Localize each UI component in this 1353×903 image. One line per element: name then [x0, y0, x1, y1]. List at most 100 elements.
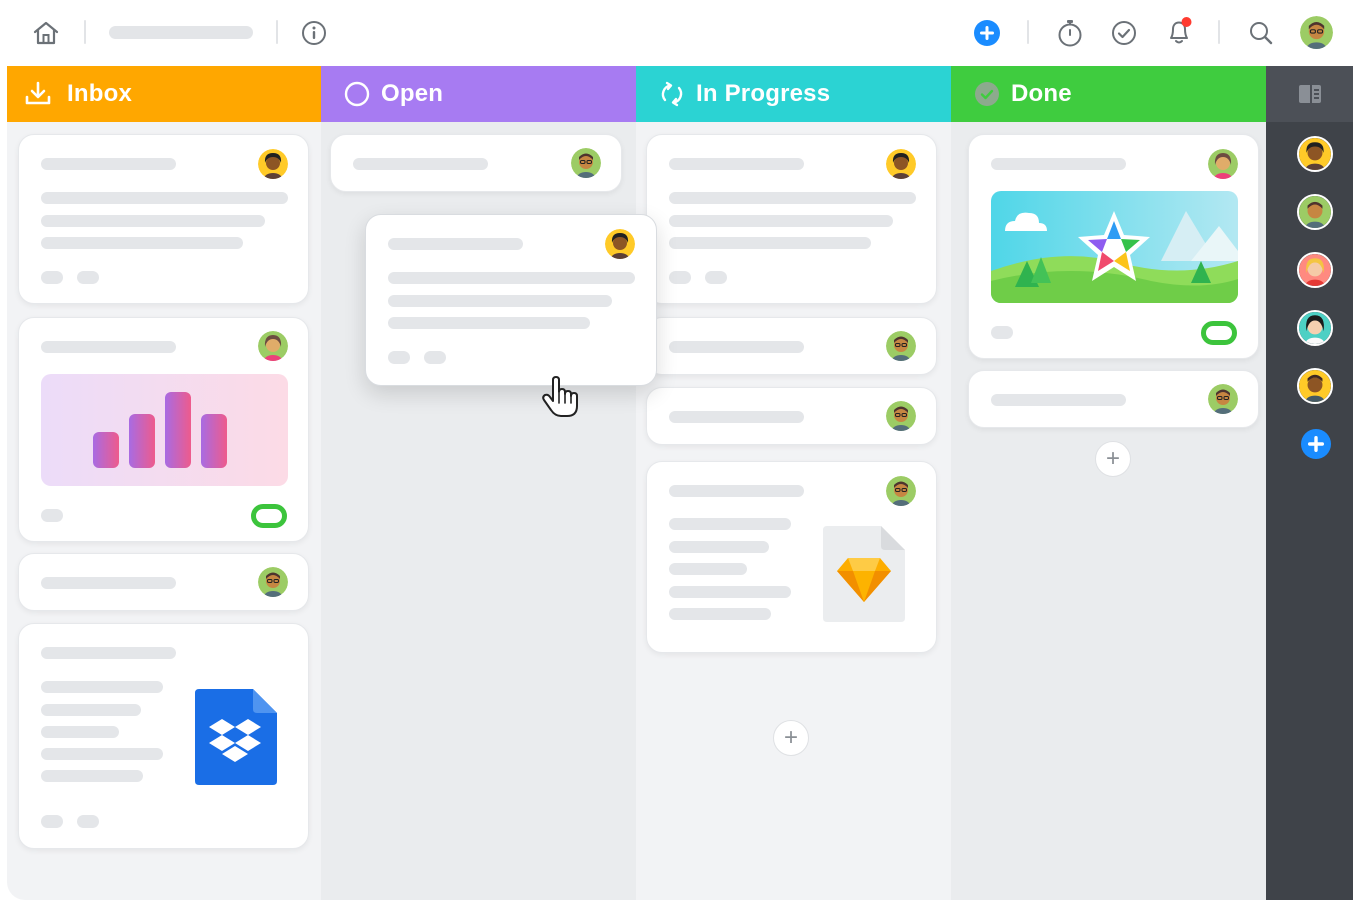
card-title [41, 577, 176, 589]
card-line [669, 237, 871, 249]
assignee-avatar [886, 476, 916, 506]
column-body: + [951, 122, 1266, 900]
dragged-task-card[interactable] [365, 214, 657, 386]
card-title [669, 411, 804, 423]
card-tag [669, 271, 691, 284]
column-header-open[interactable]: Open [321, 66, 636, 122]
task-card[interactable] [18, 134, 309, 304]
card-line [669, 586, 791, 598]
card-line [388, 317, 590, 329]
breadcrumb[interactable] [109, 26, 253, 39]
search-icon[interactable] [1246, 18, 1276, 48]
check-circle-icon[interactable] [1109, 18, 1139, 48]
assignee-avatar [571, 148, 601, 178]
card-title [991, 394, 1126, 406]
kanban-board: Inbox Open In Progress + Done + [7, 66, 1353, 900]
card-line [388, 295, 612, 307]
status-ring-badge [1201, 321, 1237, 345]
stopwatch-icon[interactable] [1055, 17, 1085, 49]
card-line [41, 770, 143, 782]
members-sidebar [1266, 66, 1353, 900]
assignee-avatar [258, 567, 288, 597]
card-line [41, 726, 119, 738]
column-body [7, 122, 321, 900]
add-card-button[interactable]: + [773, 720, 809, 756]
card-tag [77, 271, 99, 284]
assignee-avatar [886, 331, 916, 361]
member-avatar[interactable] [1297, 368, 1333, 404]
member-avatar[interactable] [1297, 136, 1333, 172]
task-card[interactable] [968, 134, 1259, 359]
card-title [41, 647, 176, 659]
assignee-avatar [886, 149, 916, 179]
card-tag [705, 271, 727, 284]
task-card[interactable] [330, 134, 622, 192]
column-in-progress: In Progress + [636, 66, 951, 900]
column-title: Inbox [67, 80, 132, 107]
sync-arrows-icon [658, 80, 686, 108]
card-tag [991, 326, 1013, 339]
card-line [41, 192, 288, 204]
card-tag [424, 351, 446, 364]
column-inbox: Inbox [7, 66, 321, 900]
column-title: Done [1011, 80, 1072, 107]
member-avatar[interactable] [1297, 252, 1333, 288]
card-title [41, 341, 176, 353]
card-title [353, 158, 488, 170]
download-tray-icon [23, 80, 53, 108]
card-title [669, 485, 804, 497]
landscape-star-thumbnail [991, 191, 1238, 303]
assignee-avatar [1208, 149, 1238, 179]
task-card[interactable] [18, 623, 309, 849]
member-avatar[interactable] [1297, 310, 1333, 346]
card-title [669, 158, 804, 170]
add-card-button[interactable]: + [1095, 441, 1131, 477]
divider [1218, 20, 1220, 44]
card-line [669, 215, 893, 227]
card-line [41, 237, 243, 249]
plus-circle-icon[interactable] [1300, 428, 1332, 465]
column-header-in-progress[interactable]: In Progress [636, 66, 951, 122]
panel-toggle-icon[interactable] [1266, 66, 1353, 122]
card-title [41, 158, 176, 170]
top-bar [0, 0, 1353, 66]
task-card[interactable] [968, 370, 1259, 428]
card-line [669, 541, 769, 553]
task-card[interactable] [646, 461, 937, 653]
card-line [41, 748, 163, 760]
task-card[interactable] [646, 387, 937, 445]
card-line [669, 192, 916, 204]
column-body: + [636, 122, 951, 900]
column-header-inbox[interactable]: Inbox [7, 66, 321, 122]
task-card[interactable] [18, 553, 309, 611]
card-line [669, 608, 771, 620]
assignee-avatar [258, 331, 288, 361]
column-title: Open [381, 80, 444, 107]
hand-pointer-icon [541, 376, 581, 423]
assignee-avatar [605, 229, 635, 259]
assignee-avatar [258, 149, 288, 179]
column-header-done[interactable]: Done [951, 66, 1266, 122]
home-icon[interactable] [30, 18, 62, 48]
task-card[interactable] [646, 317, 937, 375]
info-icon[interactable] [300, 19, 328, 47]
plus-circle-icon[interactable] [972, 18, 1002, 48]
dropbox-file-icon [195, 689, 277, 790]
card-line [669, 518, 791, 530]
card-tag [41, 815, 63, 828]
column-done: Done + [951, 66, 1266, 900]
bell-icon[interactable] [1163, 14, 1195, 48]
card-tag [41, 509, 63, 522]
assignee-avatar [886, 401, 916, 431]
member-avatar[interactable] [1297, 194, 1333, 230]
column-title: In Progress [696, 80, 831, 107]
card-line [41, 704, 141, 716]
card-title [388, 238, 523, 250]
card-tag [77, 815, 99, 828]
card-tag [388, 351, 410, 364]
task-card[interactable] [18, 317, 309, 542]
task-card[interactable] [646, 134, 937, 304]
column-open: Open [321, 66, 636, 900]
divider [276, 20, 278, 44]
user-avatar[interactable] [1300, 16, 1333, 49]
